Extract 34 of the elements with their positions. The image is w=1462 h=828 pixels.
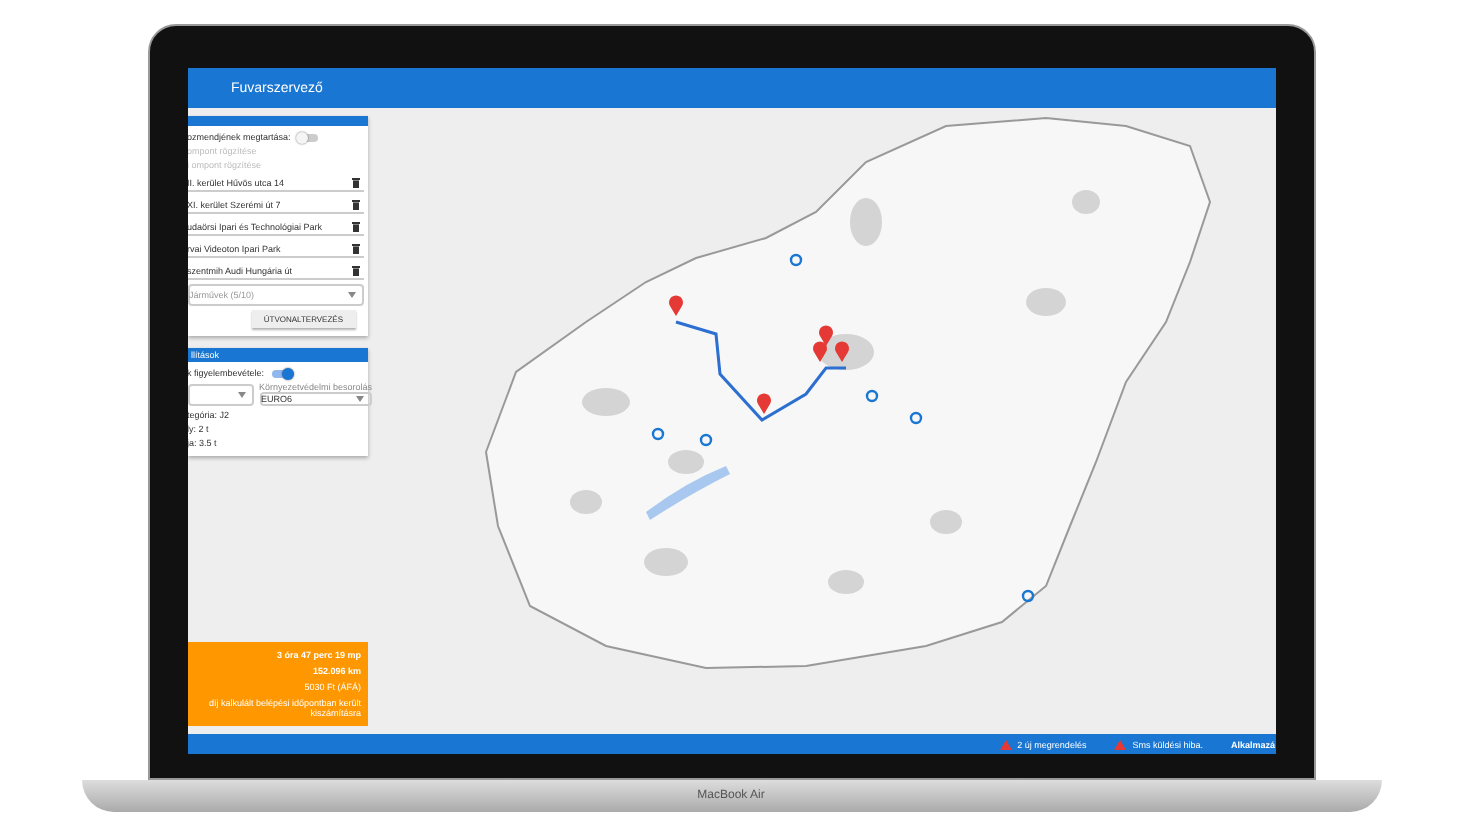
map-marker-icon (788, 253, 802, 267)
toggle-switch[interactable] (272, 369, 293, 377)
map-marker-icon (650, 427, 664, 441)
map-pin-icon[interactable] (812, 341, 826, 362)
urban-area (929, 510, 961, 534)
caret-icon (237, 392, 245, 398)
urban-area (1025, 288, 1065, 316)
urban-area (643, 548, 687, 576)
map-pin-icon[interactable] (668, 295, 682, 316)
map-pin-icon[interactable] (818, 325, 832, 346)
category-select[interactable] (187, 384, 253, 406)
urban-area (569, 490, 601, 514)
urban-area (1071, 190, 1099, 214)
map-pin-icon[interactable] (756, 393, 770, 414)
toggle-switch[interactable] (298, 133, 319, 141)
map-pin-icon[interactable] (834, 341, 848, 362)
map-marker-icon (1020, 589, 1034, 603)
warning-icon (1114, 739, 1127, 749)
caret-icon (356, 396, 365, 402)
caret-icon (347, 292, 355, 298)
urban-area (827, 570, 863, 594)
trash-icon (351, 244, 359, 254)
urban-area (849, 198, 881, 246)
map-marker-icon (864, 389, 878, 403)
map-marker-icon (908, 411, 922, 425)
urban-area (667, 450, 703, 474)
warning-icon (999, 739, 1012, 749)
trash-icon (351, 200, 359, 210)
trash-icon (351, 178, 359, 188)
map-marker-icon (698, 433, 712, 447)
trash-icon (351, 222, 359, 232)
urban-area (581, 388, 629, 416)
lake-shape (645, 466, 729, 520)
trash-icon (351, 266, 359, 276)
